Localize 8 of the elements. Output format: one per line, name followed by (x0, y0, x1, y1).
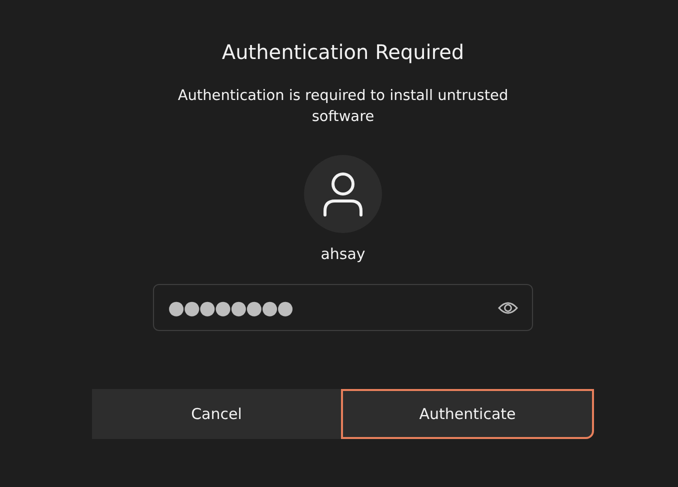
dialog-message: Authentication is required to install untrusted software (176, 87, 510, 127)
user-icon (321, 171, 365, 217)
dialog-title: Authentication Required (222, 39, 464, 66)
cancel-button[interactable]: Cancel (92, 389, 341, 439)
username: ahsay (320, 244, 366, 264)
eye-icon[interactable] (498, 300, 518, 314)
password-field[interactable]: ●●●●●●●● (153, 284, 533, 331)
authenticate-button[interactable]: Authenticate (341, 389, 594, 439)
